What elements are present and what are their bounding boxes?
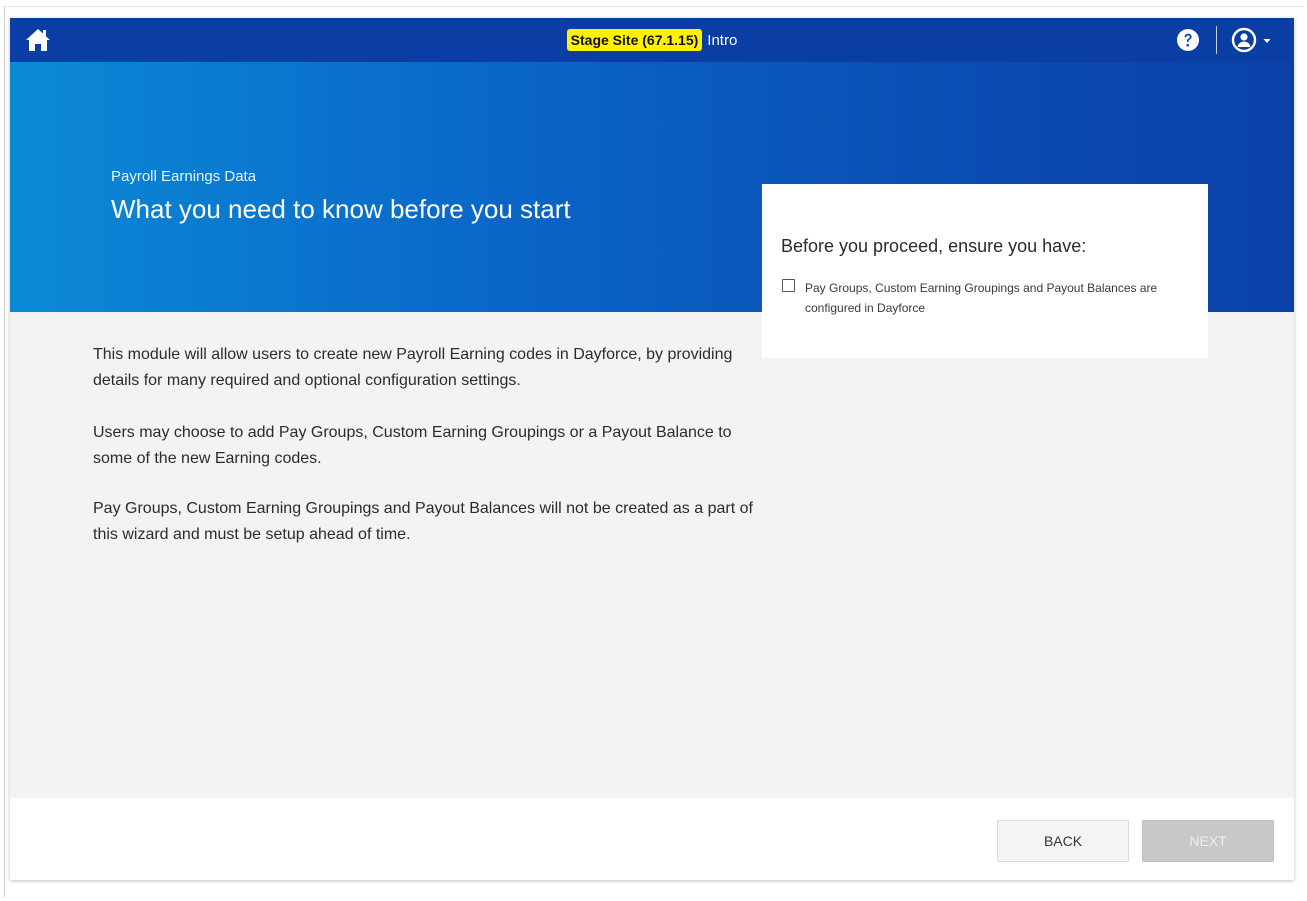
prerequisites-title: Before you proceed, ensure you have: (781, 236, 1087, 256)
next-button[interactable]: NEXT (1142, 820, 1274, 862)
app-frame: Stage Site (67.1.15) Intro Payroll Earni… (10, 18, 1294, 880)
help-icon (1177, 29, 1199, 51)
prerequisite-label: Pay Groups, Custom Earning Groupings and… (805, 281, 1158, 315)
intro-paragraph-3: Pay Groups, Custom Earning Groupings and… (93, 500, 753, 543)
help-button[interactable] (1176, 28, 1200, 52)
page-title: What you need to know before you start (111, 194, 571, 224)
home-button[interactable] (24, 27, 52, 53)
module-subtitle: Payroll Earnings Data (111, 168, 257, 185)
home-icon (26, 29, 50, 51)
prerequisite-checkbox[interactable] (782, 279, 795, 292)
page-name: Intro (707, 31, 738, 49)
stage-site-badge: Stage Site (67.1.15) (566, 29, 703, 51)
top-bar-title: Stage Site (67.1.15) Intro (10, 18, 1294, 62)
intro-paragraph-1: This module will allow users to create n… (93, 346, 733, 389)
user-menu-button[interactable] (1231, 27, 1281, 53)
toolbar-divider (1216, 26, 1217, 54)
back-button[interactable]: BACK (997, 820, 1129, 862)
prerequisites-card: Before you proceed, ensure you have: Pay… (762, 184, 1208, 358)
wizard-footer: BACK NEXT (10, 798, 1294, 880)
intro-paragraph-2: Users may choose to add Pay Groups, Cust… (93, 424, 732, 467)
caret-down-icon (1263, 39, 1271, 43)
top-bar: Stage Site (67.1.15) Intro (10, 18, 1294, 62)
user-icon (1231, 27, 1257, 53)
